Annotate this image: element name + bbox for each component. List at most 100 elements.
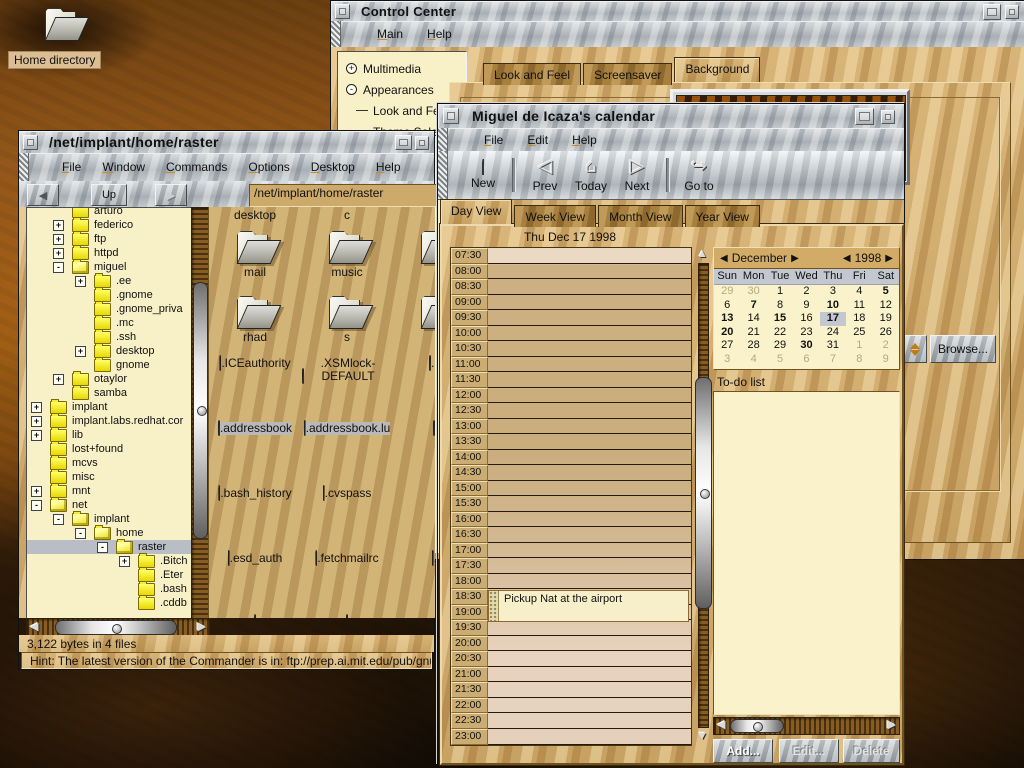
mini-calendar-day[interactable]: 11 (846, 299, 872, 313)
time-slot[interactable] (488, 667, 691, 683)
mini-calendar-day[interactable]: 8 (846, 353, 872, 367)
iconify-button[interactable] (1005, 5, 1019, 19)
mini-calendar-day[interactable]: 23 (793, 326, 819, 340)
fm-tree-item[interactable]: .cddb (27, 596, 192, 610)
file-item[interactable]: desktop (209, 207, 301, 225)
day-view-vertical-scrollbar[interactable]: ▲ ▼ (694, 247, 712, 744)
tree-expander-icon[interactable]: + (346, 63, 357, 74)
mini-calendar-day[interactable]: 12 (873, 299, 899, 313)
add-button[interactable]: Add... (713, 739, 773, 763)
mini-calendar-day[interactable]: 4 (740, 353, 766, 367)
tree-expander-icon[interactable]: - (346, 84, 357, 95)
time-slot[interactable] (488, 481, 691, 497)
fm-tree-item[interactable]: -implant (27, 512, 192, 526)
file-item[interactable]: .addressbook (209, 420, 301, 485)
file-item[interactable]: s (301, 290, 393, 355)
time-slot[interactable] (488, 403, 691, 419)
mini-calendar-day[interactable]: 14 (740, 312, 766, 326)
time-slot[interactable] (488, 341, 691, 357)
file-item[interactable]: music (301, 225, 393, 290)
next-button[interactable]: ▷ Next (614, 157, 660, 193)
fm-tree-item[interactable]: +desktop (27, 344, 192, 358)
file-item[interactable]: r (393, 225, 435, 290)
fm-tree-item[interactable]: .Eter (27, 568, 192, 582)
time-slot[interactable] (488, 326, 691, 342)
scrollbar-thumb[interactable] (695, 377, 712, 609)
file-item[interactable]: g (393, 207, 435, 225)
mini-calendar-day[interactable]: 6 (714, 299, 740, 313)
mini-calendar-day[interactable]: 31 (820, 339, 846, 353)
mini-calendar-day[interactable]: 17 (820, 312, 846, 326)
tree-expander-icon[interactable]: - (53, 514, 64, 525)
mini-calendar-day[interactable]: 7 (820, 353, 846, 367)
mini-calendar-day[interactable]: 24 (820, 326, 846, 340)
file-item[interactable]: s (393, 290, 435, 355)
appointment-drag-handle[interactable] (489, 591, 499, 621)
tree-expander-icon[interactable]: - (97, 542, 108, 553)
scroll-up-icon[interactable]: ▲ (697, 249, 708, 260)
tree-expander-icon[interactable]: + (31, 486, 42, 497)
time-slot[interactable] (488, 372, 691, 388)
time-slot[interactable] (488, 620, 691, 636)
scroll-right-icon[interactable]: ▶ (888, 720, 896, 731)
tree-expander-icon[interactable]: + (119, 556, 130, 567)
tree-expander-icon[interactable]: + (31, 402, 42, 413)
mini-calendar-day[interactable]: 10 (820, 299, 846, 313)
goto-button[interactable]: ↪ Go to (676, 157, 722, 193)
time-slot[interactable] (488, 465, 691, 481)
prev-button[interactable]: ◁ Prev (522, 157, 568, 193)
back-button[interactable]: ◀ (27, 184, 59, 206)
menu-help[interactable]: Help (376, 160, 401, 174)
todo-horizontal-scrollbar[interactable]: ◀ ▶ (713, 717, 900, 735)
iconify-button[interactable] (415, 136, 429, 150)
file-item[interactable] (301, 615, 393, 618)
scroll-down-icon[interactable]: ▼ (697, 731, 708, 742)
toolbar-drag-handle[interactable] (438, 128, 448, 151)
file-item[interactable]: .ICEauthority (209, 355, 301, 420)
file-item[interactable]: .XSMlock-DEFAULT (301, 355, 393, 420)
window-menu-button[interactable] (23, 135, 38, 150)
tree-expander-icon[interactable]: + (53, 374, 64, 385)
iconify-button[interactable] (881, 110, 895, 124)
mini-calendar-day[interactable]: 1 (767, 285, 793, 299)
mini-calendar-day[interactable]: 28 (740, 339, 766, 353)
toolbar-drag-handle[interactable] (438, 151, 448, 199)
mini-calendar-day[interactable]: 1 (846, 339, 872, 353)
fm-tree-item[interactable]: .gnome_priva (27, 302, 192, 316)
time-slot[interactable] (488, 264, 691, 280)
menu-main[interactable]: Main (377, 27, 403, 41)
mini-calendar-day[interactable]: 19 (873, 312, 899, 326)
next-year-icon[interactable]: ▶ (885, 253, 893, 264)
mini-calendar-day[interactable]: 18 (846, 312, 872, 326)
mini-calendar-day[interactable]: 15 (767, 312, 793, 326)
scroll-left-icon[interactable]: ◀ (30, 622, 38, 633)
file-item[interactable]: .esd_auth (209, 550, 301, 615)
scroll-right-icon[interactable]: ▶ (198, 622, 206, 633)
mini-calendar-day[interactable]: 29 (767, 339, 793, 353)
scrollbar-thumb[interactable] (730, 719, 784, 733)
tree-expander-icon[interactable]: + (53, 220, 64, 231)
mini-calendar-day[interactable]: 7 (740, 299, 766, 313)
scrollbar-thumb[interactable] (55, 620, 177, 635)
mini-calendar-day[interactable]: 29 (714, 285, 740, 299)
time-slot[interactable] (488, 729, 691, 745)
fm-tree-item[interactable]: gnome (27, 358, 192, 372)
mini-calendar-day[interactable]: 6 (793, 353, 819, 367)
delete-button[interactable]: Delete (843, 739, 900, 763)
file-item[interactable] (209, 615, 301, 618)
fm-tree-item[interactable]: +.Bitch (27, 554, 192, 568)
maximize-button[interactable] (983, 4, 1001, 20)
cc-tree-item-multimedia[interactable]: +Multimedia (338, 58, 466, 79)
time-slot[interactable] (488, 295, 691, 311)
cc-tree-item-appearances[interactable]: -Appearances (338, 79, 466, 100)
toolbar-drag-handle[interactable] (19, 153, 29, 181)
window-menu-button[interactable] (443, 108, 459, 124)
time-slot[interactable] (488, 434, 691, 450)
file-item[interactable]: c (301, 207, 393, 225)
file-item[interactable]: .fv (393, 550, 435, 615)
mini-calendar-day[interactable]: 2 (873, 339, 899, 353)
mini-calendar-day[interactable]: 25 (846, 326, 872, 340)
time-slot[interactable] (488, 496, 691, 512)
time-slot[interactable] (488, 574, 691, 590)
todo-list[interactable] (713, 391, 900, 715)
